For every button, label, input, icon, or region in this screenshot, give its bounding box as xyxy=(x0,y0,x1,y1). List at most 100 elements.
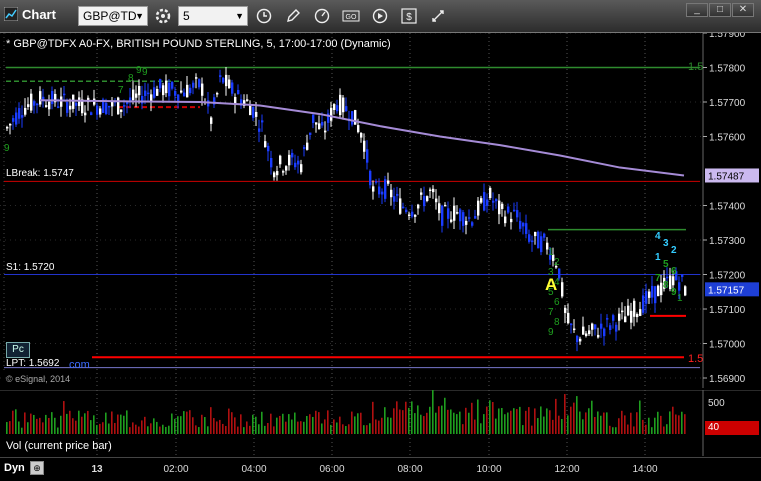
volume-bar xyxy=(528,407,530,434)
candle-body xyxy=(225,74,228,87)
candle-body xyxy=(483,192,486,211)
candle-body xyxy=(504,216,507,224)
volume-bar xyxy=(675,414,677,434)
candle-body xyxy=(189,87,192,94)
volume-bar xyxy=(588,408,590,434)
volume-bar xyxy=(492,402,494,434)
volume-bar xyxy=(369,423,371,434)
pencil-icon xyxy=(287,9,300,22)
volume-bar xyxy=(240,414,242,434)
candle-body xyxy=(567,312,570,324)
volume-bar xyxy=(582,419,584,434)
close-button[interactable]: ✕ xyxy=(732,3,754,17)
candle-body xyxy=(228,79,231,89)
symbol-dropdown-icon[interactable]: ▼ xyxy=(135,7,144,25)
volume-bar xyxy=(414,413,416,434)
volume-bar xyxy=(321,423,323,434)
candle-body xyxy=(159,79,162,89)
volume-bar xyxy=(657,411,659,434)
time-axis[interactable]: Dyn ⊕ 13 02:00 04:00 06:00 08:00 10:00 1… xyxy=(0,457,761,481)
pc-badge[interactable]: Pc xyxy=(6,342,30,358)
formula-button[interactable]: GO xyxy=(340,6,362,26)
volume-bar xyxy=(375,419,377,434)
candle-body xyxy=(456,212,459,214)
volume-bar xyxy=(336,422,338,434)
price-chart-panel[interactable]: 1.57900 1.57800 1.57700 1.57600 1.57400 1.573… xyxy=(0,33,761,388)
candle-body xyxy=(624,316,627,323)
candle-body xyxy=(246,99,249,101)
volume-bar xyxy=(204,417,206,434)
minimize-button[interactable]: _ xyxy=(686,3,708,17)
interval-combobox[interactable]: 5 ▼ xyxy=(178,6,248,26)
candle-body xyxy=(321,122,324,126)
candle-body xyxy=(366,149,369,163)
candle-body xyxy=(543,233,546,238)
volume-bar xyxy=(366,425,368,434)
candle-body xyxy=(57,106,60,108)
candle-body xyxy=(444,204,447,207)
symbol-combobox[interactable]: GBP@TD ▼ xyxy=(78,6,148,26)
volume-bar xyxy=(504,414,506,434)
volume-bar xyxy=(507,412,509,434)
volume-chart-canvas[interactable] xyxy=(0,390,761,456)
maximize-button[interactable]: □ xyxy=(709,3,731,17)
play-button[interactable] xyxy=(369,6,391,26)
sequential-count-label: 2 xyxy=(671,245,677,256)
volume-bar xyxy=(642,419,644,434)
candle-body xyxy=(438,203,441,214)
link-icon xyxy=(432,10,444,22)
dollar-button[interactable]: $ xyxy=(398,6,420,26)
time-label: 08:00 xyxy=(397,464,423,475)
volume-bar xyxy=(594,417,596,434)
volume-bar xyxy=(21,427,23,434)
candle-body xyxy=(618,313,621,321)
volume-bar xyxy=(639,400,641,434)
volume-bar xyxy=(435,412,437,434)
candle-body xyxy=(405,209,408,212)
price-chart-canvas[interactable]: 1.579001.578001.577001.576001.574001.573… xyxy=(0,33,761,388)
interval-value: 5 xyxy=(183,9,190,23)
performance-button[interactable] xyxy=(311,6,333,26)
volume-bar xyxy=(54,417,56,434)
candle-body xyxy=(516,210,519,218)
link-button[interactable] xyxy=(427,6,449,26)
time-label: 02:00 xyxy=(163,464,189,475)
volume-bar xyxy=(624,415,626,434)
volume-panel[interactable]: Vol (current price bar) 500 40 xyxy=(0,390,761,456)
candle-body xyxy=(609,325,612,330)
price-tick-label: 1.56900 xyxy=(709,374,746,385)
volume-bar xyxy=(162,424,164,434)
candle-body xyxy=(450,219,453,222)
volume-bar xyxy=(654,417,656,434)
candle-body xyxy=(360,133,363,138)
symbol-options-button[interactable] xyxy=(152,6,174,26)
candle-body xyxy=(345,106,348,112)
sequential-count-label: 5 xyxy=(663,259,669,270)
candle-body xyxy=(576,335,579,343)
volume-bar xyxy=(612,427,614,434)
candle-body xyxy=(165,80,168,94)
candle-body xyxy=(354,110,357,125)
draw-tool-button[interactable] xyxy=(282,6,304,26)
candle-body xyxy=(105,102,108,115)
candle-body xyxy=(375,181,378,183)
candle-body xyxy=(573,328,576,331)
interval-dropdown-icon[interactable]: ▼ xyxy=(235,7,244,25)
volume-bar xyxy=(45,414,47,434)
volume-bar xyxy=(540,406,542,434)
candle-body xyxy=(285,166,288,171)
time-label: 12:00 xyxy=(554,464,580,475)
time-template-button[interactable] xyxy=(253,6,275,26)
volume-bar xyxy=(510,410,512,434)
chart-header: * GBP@TDFX A0-FX, BRITISH POUND STERLING… xyxy=(6,38,391,50)
sequential-count-label: 4 xyxy=(655,231,661,242)
zoom-icon[interactable]: ⊕ xyxy=(30,461,44,475)
candle-body xyxy=(630,310,633,323)
candle-body xyxy=(21,115,24,118)
candle-body xyxy=(501,203,504,209)
volume-bar xyxy=(99,423,101,434)
candle-body xyxy=(612,315,615,321)
candle-body xyxy=(372,186,375,192)
sequential-count-label: 7 xyxy=(118,85,124,96)
volume-bar xyxy=(117,414,119,434)
